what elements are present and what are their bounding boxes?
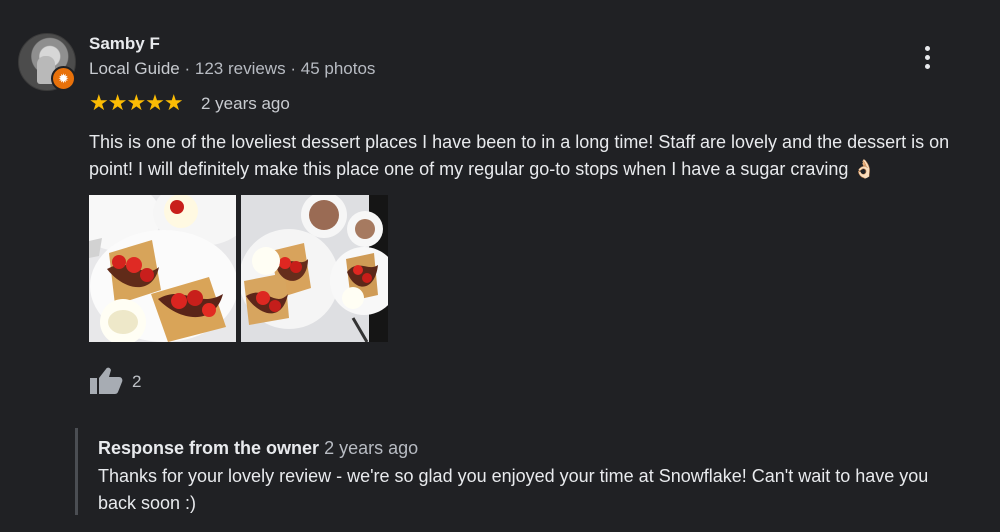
owner-response-text: Thanks for your lovely review - we're so… [98, 466, 929, 513]
review-text: This is one of the loveliest dessert pla… [89, 132, 950, 179]
owner-response-title: Response from the owner [98, 438, 320, 458]
local-guide-label: Local Guide [89, 59, 180, 78]
thumbs-up-icon[interactable] [89, 366, 123, 394]
reviewer-avatar[interactable]: ✹ [18, 33, 76, 91]
more-vert-icon[interactable] [918, 44, 936, 70]
like-count: 2 [132, 372, 142, 391]
owner-response: Response from the owner 2 years ago Than… [75, 428, 978, 515]
reviewer-name[interactable]: Samby F [89, 34, 160, 54]
review-time: 2 years ago [201, 94, 290, 113]
menu-dot [924, 63, 930, 69]
photo-count: 45 photos [300, 59, 376, 78]
review-photo-2[interactable] [241, 195, 388, 342]
meta-separator: · [290, 59, 296, 78]
menu-dot [924, 45, 930, 51]
dessert-photo-waffles [89, 195, 236, 342]
review-card: ✹ Samby F Local Guide · 123 reviews · 45… [0, 0, 1000, 532]
review-photos [89, 195, 388, 342]
rating-stars: ★★★★★ [89, 90, 184, 115]
owner-response-time: 2 years ago [324, 438, 419, 458]
dessert-photo-drinks [241, 195, 388, 342]
review-photo-1[interactable] [89, 195, 236, 342]
review-count: 123 reviews [194, 59, 286, 78]
owner-response-header: Response from the owner 2 years ago [98, 438, 418, 459]
meta-separator: · [184, 59, 191, 78]
reviewer-meta: Local Guide · 123 reviews · 45 photos [89, 59, 375, 79]
local-guide-badge-icon: ✹ [51, 66, 76, 91]
menu-dot [924, 54, 930, 60]
